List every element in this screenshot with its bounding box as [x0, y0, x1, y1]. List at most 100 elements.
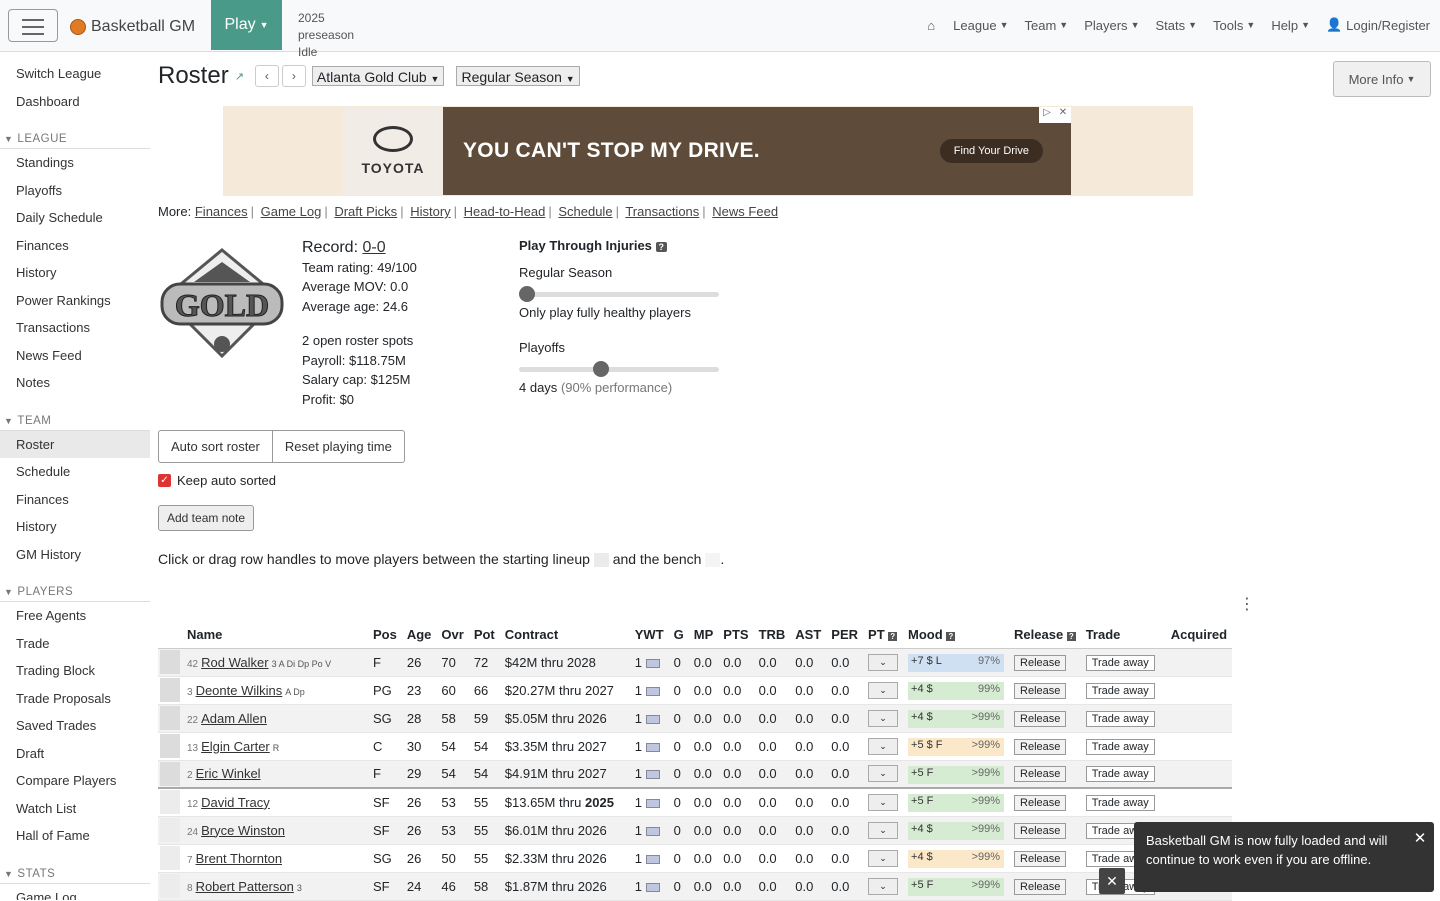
player-name-link[interactable]: Adam Allen [201, 711, 267, 726]
help-icon[interactable]: ? [1066, 632, 1076, 642]
nav-stats[interactable]: Stats ▼ [1147, 0, 1205, 50]
release-button[interactable]: Release [1014, 878, 1067, 895]
row-handle[interactable] [158, 760, 182, 789]
playing-time-select[interactable]: ⌄ [868, 765, 899, 783]
link-game-log[interactable]: Game Log [261, 204, 322, 219]
sidebar-item-switch-league[interactable]: Switch League [0, 60, 150, 88]
row-handle[interactable] [158, 732, 182, 761]
playing-time-select[interactable]: ⌄ [868, 849, 899, 867]
row-handle[interactable] [158, 872, 182, 901]
row-handle[interactable] [158, 676, 182, 705]
login-register-link[interactable]: 👤 Login/Register [1318, 0, 1440, 50]
add-team-note-button[interactable]: Add team note [158, 505, 255, 531]
release-button[interactable]: Release [1014, 682, 1067, 699]
sidebar-item-roster[interactable]: Roster [0, 430, 150, 458]
next-team-button[interactable]: › [281, 65, 306, 87]
col-contract[interactable]: Contract [499, 622, 630, 649]
col-mp[interactable]: MP [688, 622, 719, 649]
player-name-link[interactable]: Robert Patterson [196, 879, 294, 894]
sidebar-section-stats[interactable]: ▼ STATS [0, 864, 150, 884]
sidebar-item-league-history[interactable]: History [0, 259, 150, 287]
help-icon[interactable]: ? [888, 632, 898, 642]
col-ywt[interactable]: YWT [629, 622, 669, 649]
playing-time-select[interactable]: ⌄ [868, 653, 899, 671]
more-info-button[interactable]: More Info ▼ [1333, 61, 1431, 97]
col-mood[interactable]: Mood ? [903, 622, 1010, 649]
home-button[interactable]: ⌂ [917, 0, 945, 50]
keep-sorted-checkbox[interactable]: ✓ [158, 474, 171, 487]
ad-creative[interactable]: TOYOTA YOU CAN'T STOP MY DRIVE. Find You… [343, 107, 1071, 195]
mood-button[interactable]: +5 F >99% [908, 878, 1005, 896]
release-button[interactable]: Release [1014, 738, 1067, 755]
dismiss-button[interactable]: ✕ [1099, 868, 1125, 894]
sidebar-item-daily-schedule[interactable]: Daily Schedule [0, 204, 150, 232]
auto-sort-button[interactable]: Auto sort roster [158, 430, 273, 463]
col-per[interactable]: PER [826, 622, 864, 649]
reset-playing-time-button[interactable]: Reset playing time [272, 430, 405, 463]
sidebar-item-power-rankings[interactable]: Power Rankings [0, 287, 150, 315]
col-ovr[interactable]: Ovr [436, 622, 469, 649]
trade-away-button[interactable]: Trade away [1085, 710, 1155, 727]
season-type-select[interactable]: Regular Season ▼ [456, 66, 580, 86]
sidebar-item-league-finances[interactable]: Finances [0, 232, 150, 260]
mood-button[interactable]: +4 $99% [908, 682, 1005, 700]
ad-info-icon[interactable]: ▷ [1039, 107, 1055, 123]
col-pt[interactable]: PT ? [863, 622, 904, 649]
prev-team-button[interactable]: ‹ [254, 65, 279, 87]
sidebar-item-game-log[interactable]: Game Log [0, 884, 150, 901]
player-name-link[interactable]: Rod Walker [201, 655, 268, 670]
playing-time-select[interactable]: ⌄ [868, 737, 899, 755]
brand-link[interactable]: Basketball GM [66, 9, 201, 44]
row-handle[interactable] [158, 787, 182, 817]
player-name-link[interactable]: Brent Thornton [196, 851, 282, 866]
col-release[interactable]: Release ? [1009, 622, 1081, 649]
banner-ad[interactable]: TOYOTA YOU CAN'T STOP MY DRIVE. Find You… [223, 106, 1193, 196]
col-ast[interactable]: AST [790, 622, 827, 649]
col-pot[interactable]: Pot [468, 622, 500, 649]
row-handle[interactable] [158, 648, 182, 677]
mood-button[interactable]: +4 $ >99% [908, 710, 1005, 728]
playing-time-select[interactable]: ⌄ [868, 681, 899, 699]
col-pos[interactable]: Pos [368, 622, 402, 649]
sidebar-item-transactions[interactable]: Transactions [0, 314, 150, 342]
trade-away-button[interactable]: Trade away [1085, 682, 1155, 699]
sidebar-item-notes[interactable]: Notes [0, 369, 150, 397]
sidebar-item-trade[interactable]: Trade [0, 630, 150, 658]
col-g[interactable]: G [668, 622, 689, 649]
mood-button[interactable]: +5 F >99% [908, 794, 1005, 813]
season-status[interactable]: 2025 preseason Idle [284, 0, 396, 59]
col-trb[interactable]: TRB [753, 622, 791, 649]
trade-away-button[interactable]: Trade away [1085, 794, 1155, 811]
sidebar-section-league[interactable]: ▼ LEAGUE [0, 129, 150, 149]
link-news-feed[interactable]: News Feed [712, 204, 778, 219]
sidebar-item-standings[interactable]: Standings [0, 149, 150, 177]
playing-time-select[interactable]: ⌄ [868, 793, 899, 811]
regular-season-slider[interactable] [519, 283, 719, 305]
ad-cta-button[interactable]: Find Your Drive [939, 139, 1043, 163]
link-schedule[interactable]: Schedule [558, 204, 612, 219]
player-name-link[interactable]: Elgin Carter [201, 739, 270, 754]
sidebar-item-news-feed[interactable]: News Feed [0, 342, 150, 370]
nav-league[interactable]: League ▼ [945, 0, 1016, 50]
mood-button[interactable]: +7 $ L 97% [908, 654, 1005, 672]
toast-close-button[interactable]: ✕ [1409, 828, 1431, 850]
mood-button[interactable]: +5 F >99% [908, 765, 1005, 784]
release-button[interactable]: Release [1014, 710, 1067, 727]
sidebar-item-compare-players[interactable]: Compare Players [0, 767, 150, 795]
mood-button[interactable]: +4 $ >99% [908, 850, 1005, 868]
team-select[interactable]: Atlanta Gold Club ▼ [311, 66, 445, 86]
row-handle[interactable] [158, 844, 182, 873]
menu-toggle-button[interactable] [8, 9, 58, 42]
release-button[interactable]: Release [1014, 850, 1067, 867]
help-icon[interactable]: ? [655, 242, 668, 252]
mood-button[interactable]: +5 $ F >99% [908, 738, 1005, 756]
sidebar-section-players[interactable]: ▼ PLAYERS [0, 582, 150, 602]
play-menu-button[interactable]: Play ▼ [211, 0, 282, 50]
nav-help[interactable]: Help ▼ [1263, 0, 1318, 50]
sidebar-item-playoffs[interactable]: Playoffs [0, 177, 150, 205]
player-name-link[interactable]: Bryce Winston [201, 823, 285, 838]
sidebar-item-schedule[interactable]: Schedule [0, 458, 150, 486]
record-link[interactable]: 0-0 [362, 239, 385, 256]
player-name-link[interactable]: Eric Winkel [196, 766, 261, 781]
sidebar-item-trade-proposals[interactable]: Trade Proposals [0, 685, 150, 713]
